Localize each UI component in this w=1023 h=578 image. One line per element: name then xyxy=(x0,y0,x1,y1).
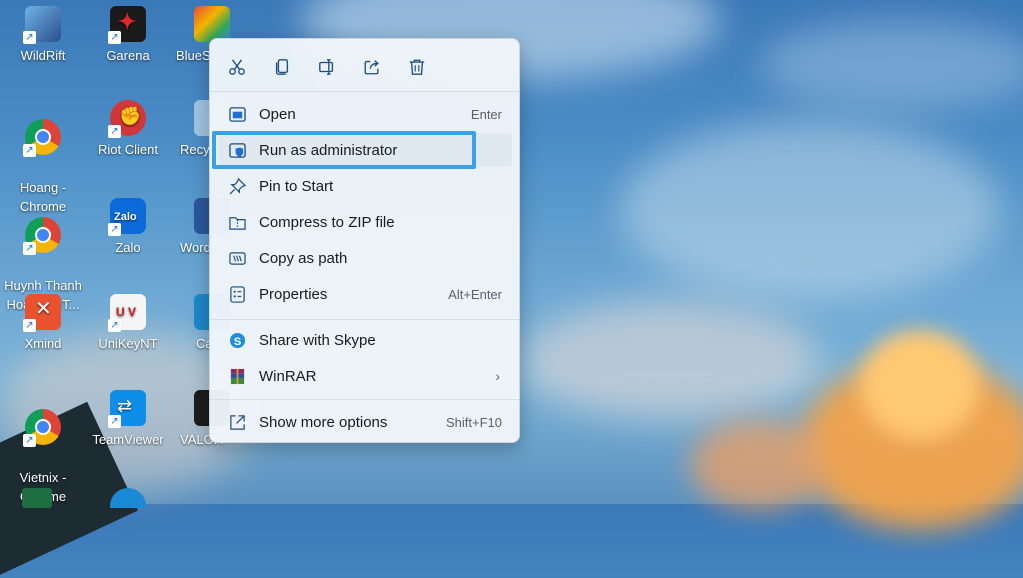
menu-divider xyxy=(210,91,519,92)
menu-item-shortcut: Shift+F10 xyxy=(445,414,502,430)
svg-text:S: S xyxy=(233,335,241,347)
menu-item-label: Show more options xyxy=(259,413,388,431)
excel-icon[interactable] xyxy=(22,488,52,508)
menu-item-open[interactable]: Open Enter xyxy=(218,97,512,131)
menu-item-properties[interactable]: Properties Alt+Enter xyxy=(218,277,512,311)
pin-icon xyxy=(228,177,246,195)
menu-item-share-with-skype[interactable]: S Share with Skype xyxy=(218,323,512,357)
copy-path-icon xyxy=(228,249,246,267)
menu-item-pin-to-start[interactable]: Pin to Start xyxy=(218,169,512,203)
copy-button[interactable] xyxy=(268,53,296,81)
desktop-icon-label: Garena xyxy=(106,48,150,63)
desktop-icon-teamviewer[interactable]: ⇄ ↗ TeamViewer xyxy=(88,390,168,449)
desktop-icon-label: Riot Client xyxy=(98,142,158,157)
desktop-icon-xmind[interactable]: ✕ ↗ Xmind xyxy=(3,294,83,353)
teamviewer-icon: ⇄ ↗ xyxy=(108,390,146,428)
menu-item-label: Share with Skype xyxy=(259,331,376,349)
rename-icon xyxy=(319,59,334,75)
cut-button[interactable] xyxy=(223,53,251,81)
share-icon xyxy=(364,60,379,75)
winrar-icon xyxy=(228,367,246,385)
menu-item-label: Open xyxy=(259,105,296,123)
menu-item-copy-as-path[interactable]: Copy as path xyxy=(218,241,512,275)
zip-folder-icon xyxy=(228,213,246,231)
cut-icon xyxy=(229,59,245,75)
menu-item-shortcut: Alt+Enter xyxy=(448,286,502,302)
desktop-icon-label: UniKeyNT xyxy=(98,336,158,351)
more-options-icon xyxy=(228,413,246,431)
desktop-icon-unikeynt[interactable]: U V ↗ UniKeyNT xyxy=(88,294,168,353)
menu-divider xyxy=(210,399,519,400)
rename-button[interactable] xyxy=(313,53,341,81)
menu-item-compress-zip[interactable]: Compress to ZIP file xyxy=(218,205,512,239)
wildrift-icon: ↗ xyxy=(23,6,61,44)
menu-item-winrar[interactable]: WinRAR › xyxy=(218,359,512,393)
context-menu-toolbar xyxy=(210,49,519,85)
delete-button[interactable] xyxy=(403,53,431,81)
menu-item-label: Copy as path xyxy=(259,249,348,267)
menu-item-label: Pin to Start xyxy=(259,177,334,195)
zalo-icon: Zalo ↗ xyxy=(108,198,146,236)
desktop-icon-wildrift[interactable]: ↗ WildRift xyxy=(3,6,83,65)
desktop-icon-label: Xmind xyxy=(24,336,62,351)
copy-icon xyxy=(275,59,289,75)
chrome-icon: ↗ xyxy=(23,409,61,447)
menu-divider xyxy=(210,319,519,320)
chrome-icon: ↗ xyxy=(23,217,61,255)
share-button[interactable] xyxy=(358,53,386,81)
delete-icon xyxy=(409,59,425,75)
xmind-icon: ✕ ↗ xyxy=(23,294,61,332)
menu-item-shortcut: Enter xyxy=(470,106,502,122)
menu-item-label: Compress to ZIP file xyxy=(259,213,395,231)
menu-item-label: WinRAR xyxy=(259,367,317,385)
bluestacks-icon xyxy=(194,6,230,42)
menu-item-label: Properties xyxy=(259,285,328,303)
properties-icon xyxy=(228,285,246,303)
skype-icon: S xyxy=(228,331,246,349)
context-menu: Open Enter Run as administrator Pin to S… xyxy=(209,38,520,443)
desktop-icon-label: WildRift xyxy=(20,48,66,63)
desktop-icon-label: Zalo xyxy=(115,240,141,255)
desktop-icon-riot-client[interactable]: ✊ ↗ Riot Client xyxy=(88,100,168,159)
garena-icon: ✦ ↗ xyxy=(108,6,146,44)
menu-item-show-more-options[interactable]: Show more options Shift+F10 xyxy=(218,405,512,439)
desktop-icon-label: TeamViewer xyxy=(92,432,164,447)
open-icon xyxy=(228,105,246,123)
desktop-icon-garena[interactable]: ✦ ↗ Garena xyxy=(88,6,168,65)
desktop-icon-zalo[interactable]: Zalo ↗ Zalo xyxy=(88,198,168,257)
chevron-right-icon: › xyxy=(495,368,500,384)
unikey-icon: U V ↗ xyxy=(108,294,146,332)
riot-client-icon: ✊ ↗ xyxy=(108,100,146,138)
highlight-box xyxy=(212,131,476,169)
chrome-icon: ↗ xyxy=(23,119,61,157)
